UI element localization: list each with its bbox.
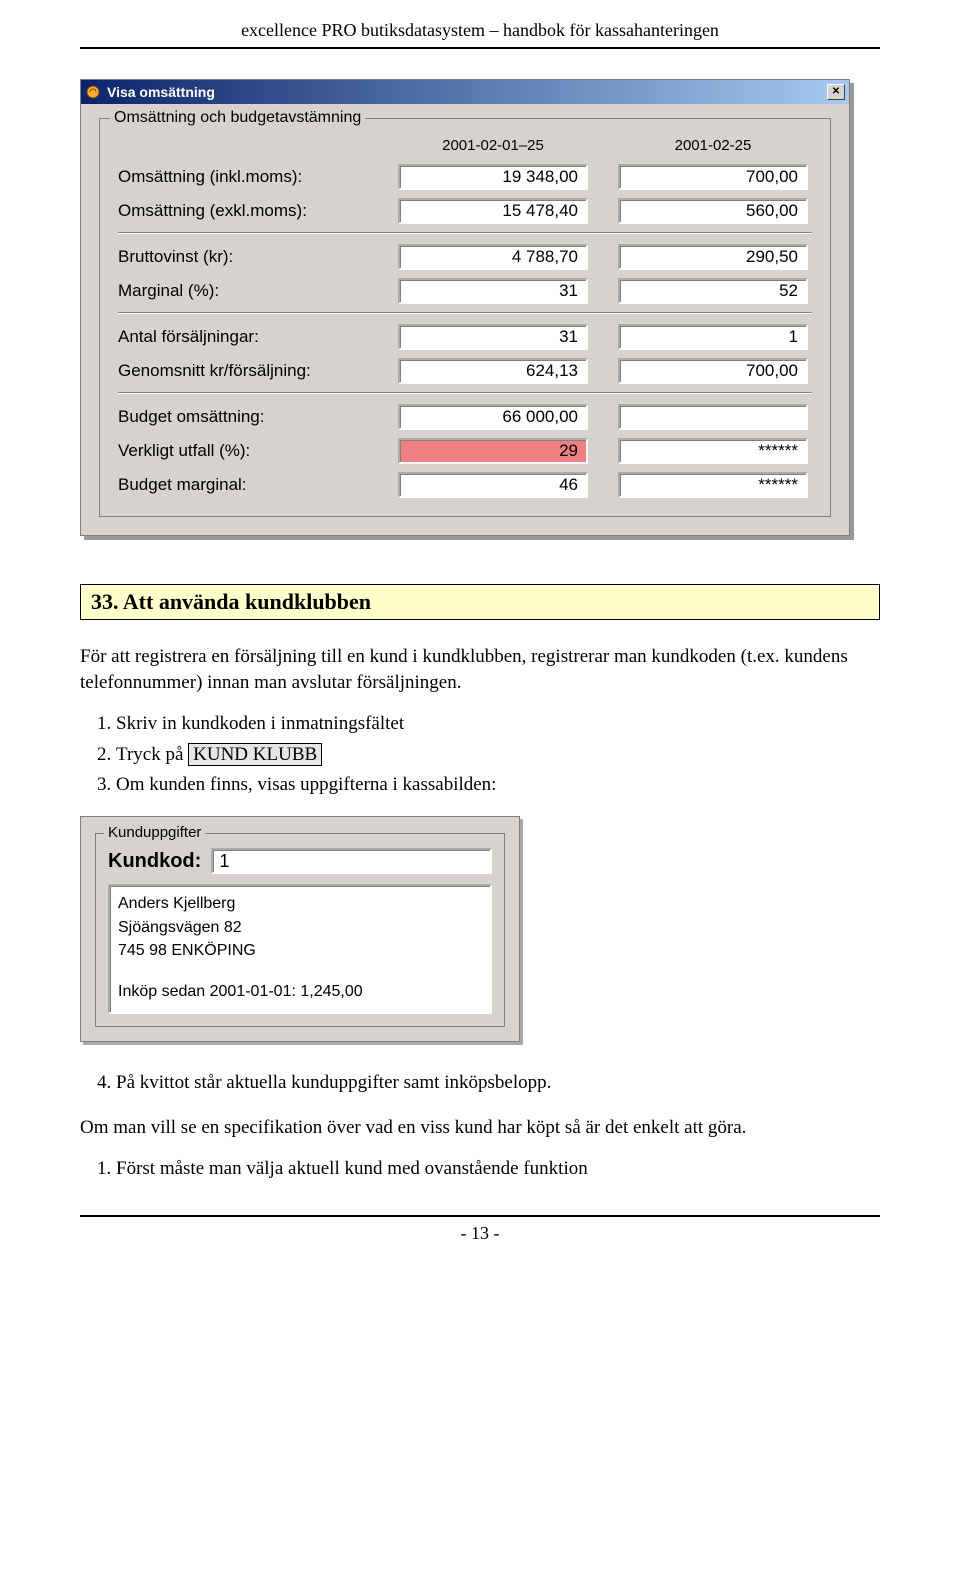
label: Antal försäljningar: (118, 327, 398, 347)
post-paragraph: Om man vill se en specifikation över vad… (80, 1115, 880, 1141)
step-4: På kvittot står aktuella kunduppgifter s… (116, 1068, 880, 1098)
value-b (618, 404, 808, 430)
customer-panel: Kunduppgifter Kundkod: 1 Anders Kjellber… (80, 816, 520, 1042)
row-budget-oms: Budget omsättning: 66 000,00 (118, 400, 812, 434)
customer-purchase: Inköp sedan 2001-01-01: 1,245,00 (118, 980, 482, 1003)
label: Omsättning (inkl.moms): (118, 167, 398, 187)
document-header: excellence PRO butiksdatasystem – handbo… (80, 20, 880, 49)
label: Genomsnitt kr/försäljning: (118, 361, 398, 381)
column-a-header: 2001-02-01–25 (398, 137, 588, 154)
steps-list-3: Först måste man välja aktuell kund med o… (116, 1154, 880, 1184)
turnover-groupbox: Omsättning och budgetavstämning 2001-02-… (99, 118, 831, 517)
customer-info-area: Anders Kjellberg Sjöängsvägen 82 745 98 … (108, 884, 492, 1014)
customer-city: 745 98 ENKÖPING (118, 939, 482, 962)
steps-list-2: På kvittot står aktuella kunduppgifter s… (116, 1068, 880, 1098)
close-button[interactable]: ✕ (827, 84, 845, 100)
customer-name: Anders Kjellberg (118, 892, 482, 915)
row-marginal: Marginal (%): 31 52 (118, 274, 812, 308)
titlebar: Visa omsättning ✕ (81, 80, 849, 104)
value-a: 29 (398, 438, 588, 464)
kundkod-row: Kundkod: 1 (108, 848, 492, 874)
customer-legend: Kunduppgifter (104, 824, 205, 841)
label: Budget marginal: (118, 475, 398, 495)
separator (118, 312, 812, 314)
label: Marginal (%): (118, 281, 398, 301)
window-title: Visa omsättning (107, 84, 215, 100)
kundkod-label: Kundkod: (108, 850, 201, 873)
value-a: 15 478,40 (398, 198, 588, 224)
row-antal: Antal försäljningar: 31 1 (118, 320, 812, 354)
value-b: 700,00 (618, 358, 808, 384)
customer-street: Sjöängsvägen 82 (118, 916, 482, 939)
intro-paragraph: För att registrera en försäljning till e… (80, 644, 880, 695)
value-b: 700,00 (618, 164, 808, 190)
separator (118, 392, 812, 394)
step-3: Om kunden finns, visas uppgifterna i kas… (116, 770, 880, 800)
steps-list-1: Skriv in kundkoden i inmatningsfältet Tr… (116, 709, 880, 800)
value-b: ****** (618, 472, 808, 498)
row-genomsnitt: Genomsnitt kr/försäljning: 624,13 700,00 (118, 354, 812, 388)
app-icon (85, 84, 101, 100)
value-b: 290,50 (618, 244, 808, 270)
separator (118, 232, 812, 234)
group-legend: Omsättning och budgetavstämning (110, 109, 365, 127)
value-b: 560,00 (618, 198, 808, 224)
row-budget-marg: Budget marginal: 46 ****** (118, 468, 812, 502)
value-a: 46 (398, 472, 588, 498)
label: Omsättning (exkl.moms): (118, 201, 398, 221)
kund-klubb-key: KUND KLUBB (188, 743, 322, 766)
row-utfall: Verkligt utfall (%): 29 ****** (118, 434, 812, 468)
value-a: 4 788,70 (398, 244, 588, 270)
column-headers: 2001-02-01–25 2001-02-25 (118, 137, 812, 154)
label: Budget omsättning: (118, 407, 398, 427)
label: Verkligt utfall (%): (118, 441, 398, 461)
row-brutto: Bruttovinst (kr): 4 788,70 290,50 (118, 240, 812, 274)
section-heading: 33. Att använda kundklubben (80, 584, 880, 620)
value-a: 31 (398, 278, 588, 304)
value-b: 1 (618, 324, 808, 350)
step-1: Skriv in kundkoden i inmatningsfältet (116, 709, 880, 739)
row-oms-inkl: Omsättning (inkl.moms): 19 348,00 700,00 (118, 160, 812, 194)
value-a: 66 000,00 (398, 404, 588, 430)
value-a: 19 348,00 (398, 164, 588, 190)
step-2: Tryck på KUND KLUBB (116, 740, 880, 770)
column-b-header: 2001-02-25 (618, 137, 808, 154)
step-2-text: Tryck på (116, 744, 188, 765)
label: Bruttovinst (kr): (118, 247, 398, 267)
value-a: 624,13 (398, 358, 588, 384)
value-b: 52 (618, 278, 808, 304)
step-5: Först måste man välja aktuell kund med o… (116, 1154, 880, 1184)
value-b: ****** (618, 438, 808, 464)
value-a: 31 (398, 324, 588, 350)
row-oms-exkl: Omsättning (exkl.moms): 15 478,40 560,00 (118, 194, 812, 228)
kundkod-field[interactable]: 1 (211, 848, 492, 874)
document-footer: - 13 - (80, 1215, 880, 1244)
turnover-window: Visa omsättning ✕ Omsättning och budgeta… (80, 79, 850, 536)
